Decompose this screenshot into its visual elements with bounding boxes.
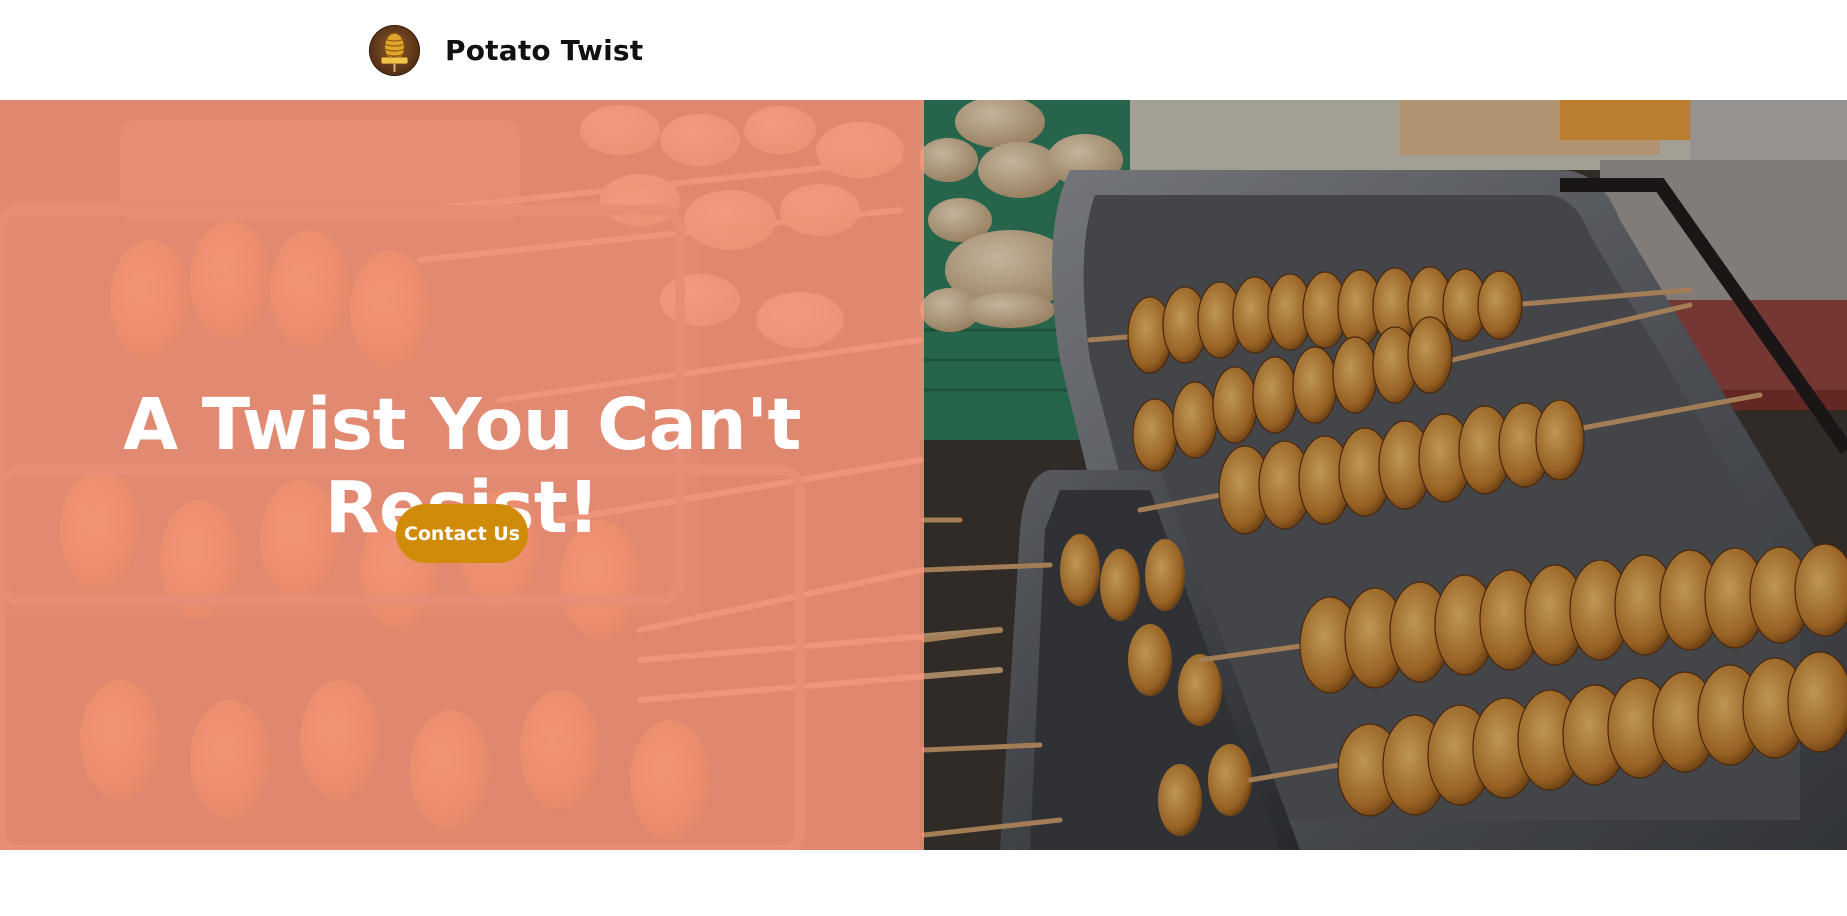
brand-link[interactable]: Potato Twist — [369, 25, 643, 76]
contact-us-button[interactable]: Contact Us — [396, 504, 528, 563]
potato-twist-logo-icon — [369, 25, 420, 76]
navbar: Potato Twist — [0, 0, 1847, 100]
hero-section: A Twist You Can't Resist! Contact Us — [0, 100, 1847, 850]
brand-name: Potato Twist — [445, 34, 644, 67]
